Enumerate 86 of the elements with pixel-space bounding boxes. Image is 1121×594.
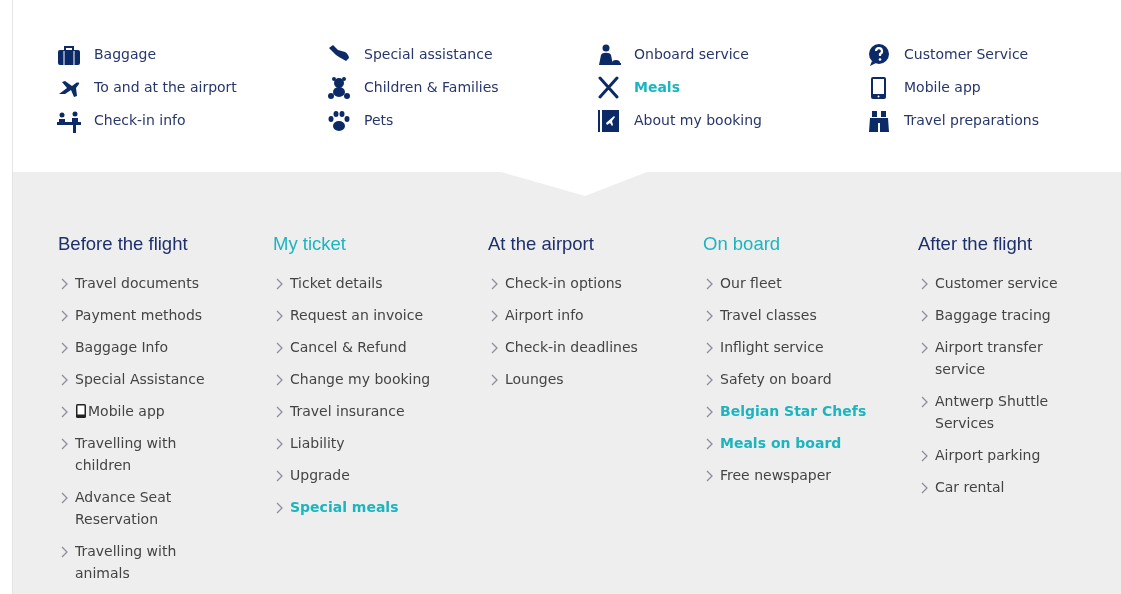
chevron-icon <box>920 342 929 354</box>
menu-link[interactable]: Change my booking <box>290 368 431 390</box>
menu-link[interactable]: Inflight service <box>720 336 824 358</box>
menu-link[interactable]: Special Assistance <box>75 368 205 390</box>
chevron-icon <box>60 374 69 386</box>
menu-link[interactable]: Lounges <box>505 368 564 390</box>
chevron-icon <box>705 438 714 450</box>
paw-icon <box>326 108 352 133</box>
chevron-icon <box>490 374 499 386</box>
chevron-icon <box>705 406 714 418</box>
column-heading: My ticket <box>273 232 347 256</box>
menu-link[interactable]: Customer service <box>935 272 1058 294</box>
menu-link[interactable]: Airport parking <box>935 444 1041 466</box>
chevron-icon <box>705 470 714 482</box>
chevron-icon <box>920 482 929 494</box>
menu-link[interactable]: Airport transfer service <box>935 336 1085 380</box>
chevron-icon <box>275 470 284 482</box>
menu-link[interactable]: Request an invoice <box>290 304 424 326</box>
menu-link[interactable]: Our fleet <box>720 272 782 294</box>
chevron-icon <box>60 406 69 418</box>
chevron-icon <box>490 310 499 322</box>
menu-link[interactable]: Check-in options <box>505 272 622 294</box>
chevron-icon <box>920 396 929 408</box>
column-heading: After the flight <box>918 232 1034 256</box>
menu-link[interactable]: Upgrade <box>290 464 350 486</box>
chevron-icon <box>60 546 69 558</box>
phone-icon <box>75 403 87 419</box>
topic-link[interactable]: Customer Service <box>866 38 1029 71</box>
menu-link[interactable]: Travel insurance <box>290 400 405 422</box>
menu-link[interactable]: Baggage Info <box>75 336 168 358</box>
chevron-icon <box>275 406 284 418</box>
chevron-icon <box>275 502 284 514</box>
topic-link[interactable]: Children & Families <box>326 71 499 104</box>
menu-link[interactable]: Safety on board <box>720 368 832 390</box>
topic-link[interactable]: Travel preparations <box>866 104 1039 137</box>
menu-link[interactable]: Ticket details <box>290 272 383 294</box>
chevron-icon <box>705 374 714 386</box>
chevron-icon <box>60 342 69 354</box>
chevron-icon <box>60 492 69 504</box>
chevron-icon <box>275 438 284 450</box>
menu-link[interactable]: Travel classes <box>720 304 817 326</box>
topic-link[interactable]: To and at the airport <box>56 71 237 104</box>
waiter-icon <box>596 42 622 67</box>
chevron-icon <box>705 278 714 290</box>
menu-link[interactable]: Travelling with children <box>75 432 225 476</box>
chevron-icon <box>275 374 284 386</box>
binoculars-icon <box>866 108 892 133</box>
menu-link[interactable]: Car rental <box>935 476 1005 498</box>
question-bubble-icon <box>866 42 892 67</box>
chevron-icon <box>60 438 69 450</box>
topic-link[interactable]: Baggage <box>56 38 157 71</box>
column-heading: On board <box>703 232 782 256</box>
menu-link[interactable]: Airport info <box>505 304 584 326</box>
chevron-icon <box>490 278 499 290</box>
chevron-icon <box>920 278 929 290</box>
chevron-icon <box>275 310 284 322</box>
column-heading: Before the flight <box>58 232 189 256</box>
menu-link[interactable]: Payment methods <box>75 304 203 326</box>
menu-link[interactable]: Mobile app <box>75 400 165 422</box>
menu-link[interactable]: Check-in deadlines <box>505 336 638 358</box>
topic-link[interactable]: Mobile app <box>866 71 981 104</box>
topic-link[interactable]: About my booking <box>596 104 762 137</box>
topic-link[interactable]: Special assistance <box>326 38 493 71</box>
chevron-icon <box>920 450 929 462</box>
column-heading: At the airport <box>488 232 595 256</box>
topic-link[interactable]: Check-in info <box>56 104 186 137</box>
chevron-icon <box>275 342 284 354</box>
chevron-icon <box>920 310 929 322</box>
topic-link[interactable]: Onboard service <box>596 38 749 71</box>
chevron-icon <box>490 342 499 354</box>
chevron-icon <box>60 310 69 322</box>
menu-link[interactable]: Free newspaper <box>720 464 832 486</box>
menu-link[interactable]: Cancel & Refund <box>290 336 407 358</box>
menu-link[interactable]: Travel documents <box>75 272 199 294</box>
chevron-icon <box>705 310 714 322</box>
teddy-bear-icon <box>326 75 352 100</box>
chevron-icon <box>275 278 284 290</box>
chevron-icon <box>60 278 69 290</box>
menu-link[interactable]: Liability <box>290 432 345 454</box>
booklet-icon <box>596 108 622 133</box>
menu-link[interactable]: Baggage tracing <box>935 304 1051 326</box>
menu-link[interactable]: Advance Seat Reservation <box>75 486 225 530</box>
menu-link[interactable]: Travelling with animals <box>75 540 225 584</box>
menu-link[interactable]: Antwerp Shuttle Services <box>935 390 1085 434</box>
chevron-icon <box>705 342 714 354</box>
topic-link[interactable]: Pets <box>326 104 394 137</box>
